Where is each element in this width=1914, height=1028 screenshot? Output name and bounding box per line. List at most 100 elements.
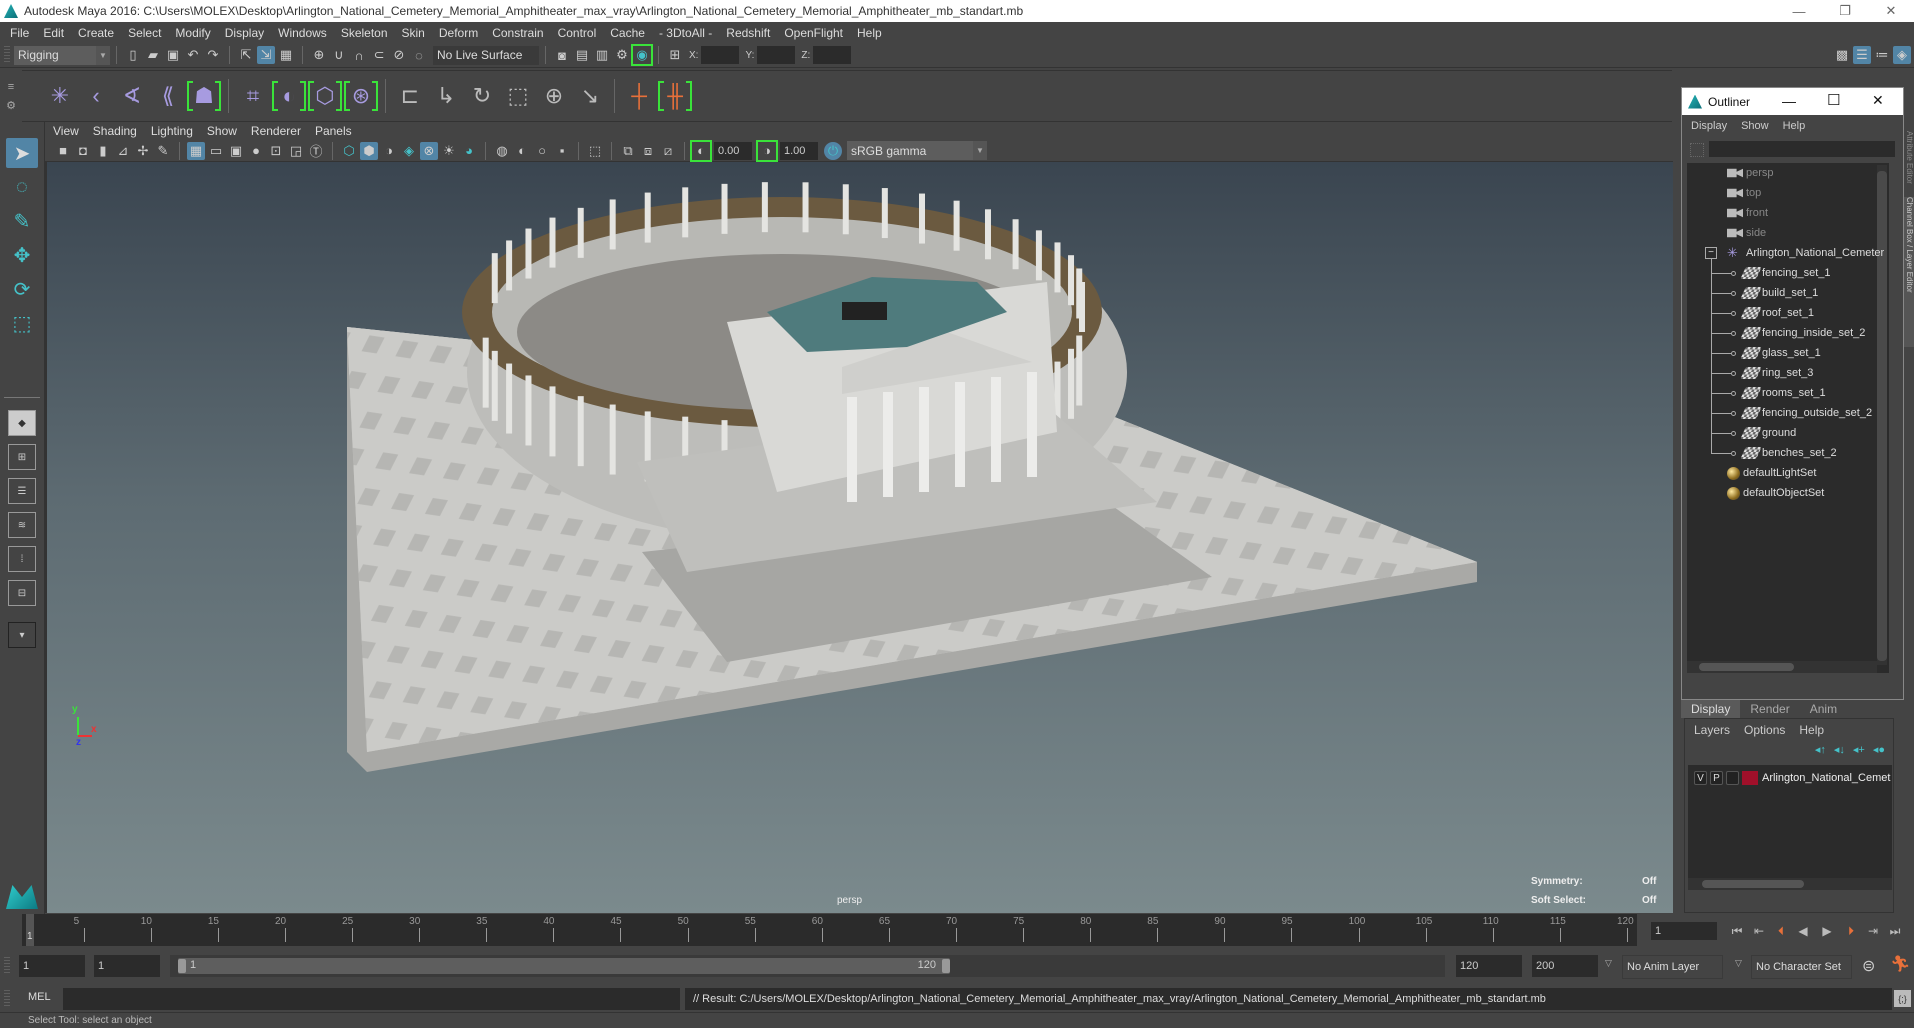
single-view-layout-icon[interactable]: ◆ [8,410,36,436]
outliner-item-fencing-set-1[interactable]: fencing_set_1 [1740,263,1831,283]
snap-grid-icon[interactable]: ⊕ [310,46,328,64]
minimize-button[interactable]: — [1776,0,1822,22]
new-empty-layer-icon[interactable]: ◂+ [1853,743,1865,756]
custom-layout-icon[interactable]: ⊟ [8,580,36,606]
y-input[interactable] [757,46,796,64]
humanik-icon[interactable]: ☗ [187,81,221,111]
outliner-minimize-button[interactable]: — [1782,93,1796,109]
menu-cache[interactable]: Cache [610,26,645,40]
image-plane-icon[interactable]: ⊿ [114,142,132,160]
range-end-grip[interactable] [942,959,950,973]
scrollbar-thumb[interactable] [1699,663,1794,671]
character-set-chevron-icon[interactable]: ▽ [1735,958,1742,969]
hypershade-icon[interactable]: ◉ [631,44,653,66]
panel-menu-panels[interactable]: Panels [315,124,352,138]
layer-color-swatch[interactable] [1742,771,1758,785]
gamma-icon[interactable]: ◑ [756,139,778,162]
shadows-icon[interactable]: ◕ [460,142,478,160]
layer-horizontal-scrollbar[interactable] [1688,878,1892,890]
menu-modify[interactable]: Modify [175,26,210,40]
save-scene-icon[interactable]: ▣ [164,46,182,64]
command-input[interactable] [63,988,680,1010]
wireframe-on-shaded-icon[interactable]: ◑ [380,142,398,160]
lasso-tool-icon[interactable]: ◌ [6,172,38,202]
menu-help[interactable]: Help [857,26,882,40]
grip-handle[interactable] [4,990,10,1008]
parent-constraint-icon[interactable]: ⊏ [395,81,425,111]
point-constraint-icon[interactable]: ↳ [431,81,461,111]
playback-end-input[interactable]: 120 [1456,955,1522,977]
outliner-persp-layout-icon[interactable]: ☰ [8,478,36,504]
wireframe-icon[interactable]: ⬡ [340,142,358,160]
layer-row[interactable]: V P Arlington_National_Cemet [1694,771,1890,785]
outliner-item-roof-set-1[interactable]: roof_set_1 [1740,303,1814,323]
snap-curve-icon[interactable]: ∪ [330,46,348,64]
menu-windows[interactable]: Windows [278,26,327,40]
select-hierarchy-icon[interactable]: ⇱ [237,46,255,64]
tab-render[interactable]: Render [1740,700,1800,718]
pole-vector-icon[interactable]: ↘ [575,81,605,111]
start-time-input[interactable]: 1 [19,955,85,977]
move-tool-icon[interactable]: ✥ [6,240,38,270]
menu-openflight[interactable]: OpenFlight [784,26,843,40]
collapse-toggle-icon[interactable]: − [1705,247,1717,259]
xray-active-icon[interactable]: ⧈ [639,142,657,160]
snap-surface-icon[interactable]: ⊘ [390,46,408,64]
exposure-input[interactable]: 0.00 [714,141,752,160]
channel-box-tab[interactable]: Channel Box / Layer Editor [1904,197,1914,347]
move-layer-up-icon[interactable]: ◂↑ [1815,743,1826,756]
grid-icon[interactable]: ▦ [187,141,205,160]
outliner-item-side[interactable]: side [1727,223,1766,243]
modeling-toolkit-icon[interactable]: ▩ [1833,46,1851,64]
outliner-item-arlington-national-cemeter[interactable]: ✳ Arlington_National_Cemeter [1727,243,1884,263]
anti-aliasing-icon[interactable]: ○ [533,142,551,160]
go-to-end-icon[interactable]: ⏭ [1886,922,1904,940]
2d-pan-zoom-icon[interactable]: ✢ [134,142,152,160]
script-language-toggle[interactable]: MEL [28,991,51,1003]
layer-menu-options[interactable]: Options [1744,723,1785,737]
open-scene-icon[interactable]: ▰ [144,46,162,64]
outliner-vertical-scrollbar[interactable] [1877,165,1887,665]
rotate-tool-icon[interactable]: ⟳ [6,274,38,304]
xray-icon[interactable]: ◈ [400,142,418,160]
anim-layer-chevron-icon[interactable]: ▽ [1605,958,1612,969]
outliner-close-button[interactable]: ✕ [1872,92,1884,109]
current-frame-input[interactable]: 1 [1651,922,1717,940]
outliner-item-ground[interactable]: ground [1740,423,1796,443]
scale-constraint-icon[interactable]: ⬚ [503,81,533,111]
playback-start-input[interactable]: 1 [94,955,160,977]
smooth-skin-icon[interactable]: ◐ [272,81,306,111]
screen-space-ao-icon[interactable]: ◍ [493,142,511,160]
grease-pencil-icon[interactable]: ✎ [154,142,172,160]
outliner-menu-display[interactable]: Display [1691,120,1727,132]
graph-persp-layout-icon[interactable]: ≋ [8,512,36,538]
play-forwards-icon[interactable]: ▶ [1818,922,1836,940]
panel-menu-view[interactable]: View [53,124,79,138]
grip-handle[interactable] [4,957,10,975]
hik-connect-icon[interactable]: ╫ [658,81,692,111]
outliner-item-rooms-set-1[interactable]: rooms_set_1 [1740,383,1826,403]
layer-display-type-toggle[interactable] [1726,771,1739,785]
ipr-render-icon[interactable]: ▥ [593,46,611,64]
menu-skeleton[interactable]: Skeleton [341,26,388,40]
render-settings-icon[interactable]: ⚙ [613,46,631,64]
color-management-toggle-icon[interactable]: ⏻ [824,141,842,160]
safe-action-icon[interactable]: ◲ [287,142,305,160]
film-gate-icon[interactable]: ▭ [207,142,225,160]
outliner-item-defaultobjectset[interactable]: defaultObjectSet [1727,483,1824,503]
textured-icon[interactable]: ⊗ [420,141,438,160]
lattice-icon[interactable]: ⊛ [344,81,378,111]
menu-constrain[interactable]: Constrain [492,26,543,40]
safe-title-icon[interactable]: Ⓣ [307,142,325,160]
outliner-item-build-set-1[interactable]: build_set_1 [1740,283,1818,303]
xray-joints-icon[interactable]: ⧉ [619,142,637,160]
outliner-item-glass-set-1[interactable]: glass_set_1 [1740,343,1821,363]
panel-menu-show[interactable]: Show [207,124,237,138]
outliner-item-fencing-outside-set-2[interactable]: fencing_outside_set_2 [1740,403,1872,423]
outliner-item-persp[interactable]: persp [1727,163,1774,183]
paint-weights-icon[interactable]: ⌗ [238,81,268,111]
render-sequence-icon[interactable]: ▤ [573,46,591,64]
mirror-joint-icon[interactable]: ┼ [624,81,654,111]
filter-icon[interactable] [1690,143,1704,157]
outliner-item-defaultlightset[interactable]: defaultLightSet [1727,463,1816,483]
